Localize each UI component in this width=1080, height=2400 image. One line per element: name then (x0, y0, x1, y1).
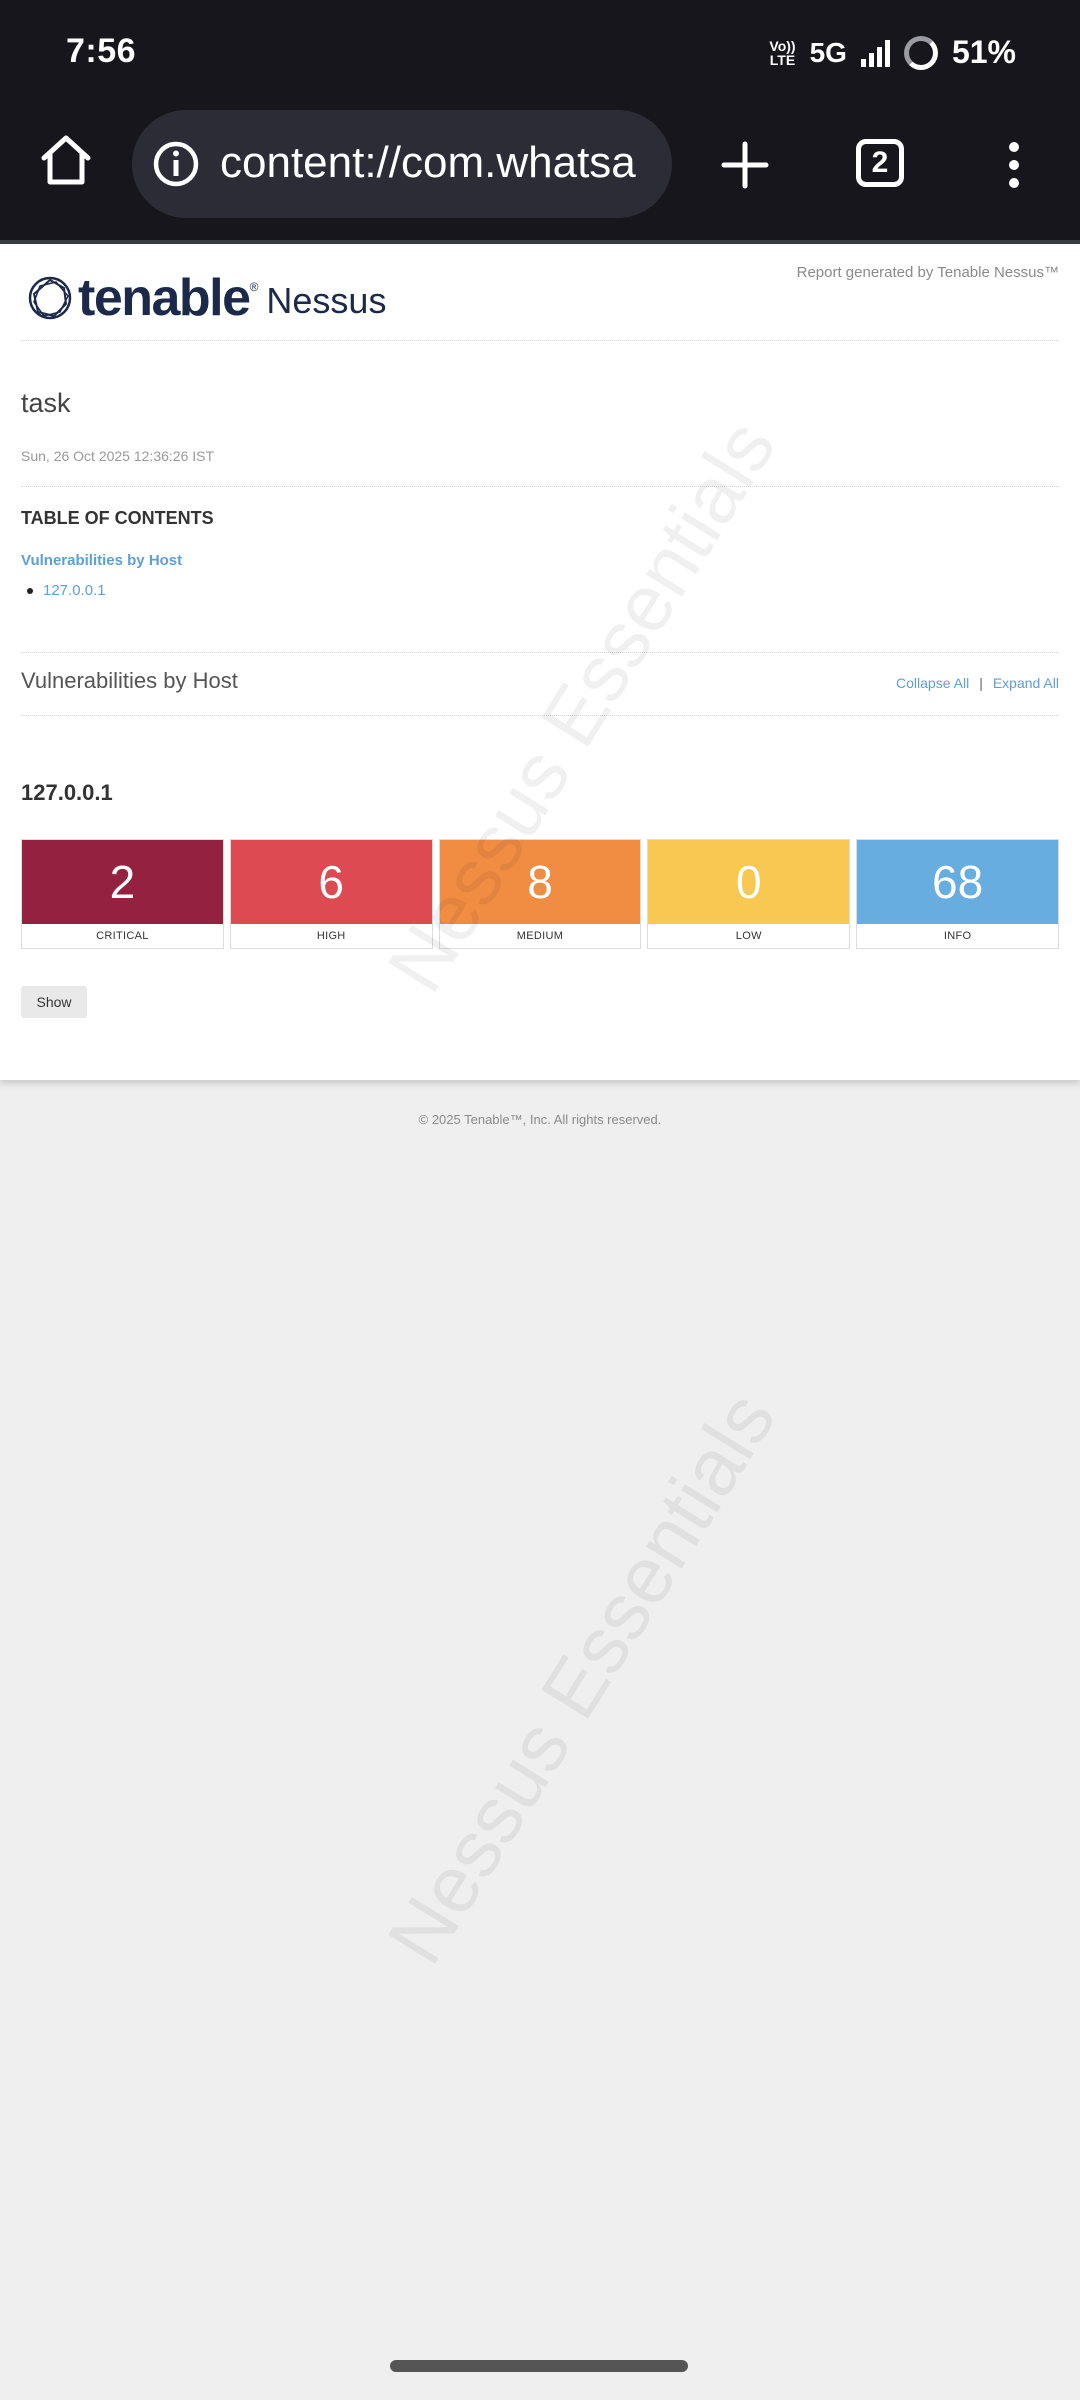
footer-copyright: © 2025 Tenable™, Inc. All rights reserve… (418, 1112, 662, 1127)
severity-count: 0 (648, 840, 850, 924)
brand-trademark: ® (249, 280, 259, 294)
severity-count: 6 (230, 840, 432, 924)
severity-label: CRITICAL (96, 930, 149, 942)
status-time: 7:56 (66, 32, 137, 70)
task-date: Sun, 26 Oct 2025 12:36:26 IST (21, 448, 215, 464)
tenable-logo-icon (28, 276, 72, 320)
divider (21, 340, 1059, 341)
severity-summary: 2 CRITICAL 6 HIGH 8 MEDIUM 0 LOW 68 INFO (21, 839, 1059, 949)
tab-switcher-button[interactable]: 2 (856, 139, 904, 187)
host-title: 127.0.0.1 (21, 780, 113, 805)
show-button[interactable]: Show (21, 986, 87, 1018)
section-title: Vulnerabilities by Host (21, 668, 238, 693)
separator: | (979, 675, 983, 691)
brand-logo: tenable ® Nessus (26, 266, 386, 330)
product-name: Nessus (266, 280, 387, 321)
severity-medium: 8 MEDIUM (438, 839, 642, 949)
info-icon[interactable] (152, 140, 200, 188)
toc-item[interactable]: 127.0.0.1 (27, 582, 106, 599)
toc-link-vulnerabilities[interactable]: Vulnerabilities by Host (21, 552, 182, 569)
bullet (27, 587, 33, 594)
signal-icon (860, 39, 890, 67)
status-icons: Vo)) LTE 5G 51% (769, 34, 1016, 71)
network-type: 5G (809, 36, 847, 68)
severity-label: HIGH (316, 930, 346, 942)
toc-heading: TABLE OF CONTENTS (21, 508, 214, 528)
severity-label: LOW (735, 930, 762, 942)
url-text[interactable]: content://com.whatsa (220, 138, 660, 188)
divider (21, 652, 1059, 653)
battery-level: 51% (951, 34, 1016, 70)
severity-label: MEDIUM (516, 930, 564, 942)
more-menu-icon[interactable] (1000, 140, 1028, 190)
expand-all-link[interactable]: Expand All (993, 675, 1059, 691)
gesture-nav-handle[interactable] (390, 2360, 688, 2372)
severity-count: 2 (22, 840, 223, 924)
toc-item-label[interactable]: 127.0.0.1 (43, 582, 106, 599)
brand-name: tenable (78, 269, 251, 327)
watermark: Nessus Essentials (370, 1377, 793, 1979)
home-icon[interactable] (36, 130, 96, 190)
collapse-all-link[interactable]: Collapse All (896, 675, 969, 691)
browser-chrome: 7:56 Vo)) LTE 5G 51% content://com.whats… (0, 0, 1080, 242)
divider (21, 715, 1059, 716)
severity-low: 0 LOW (647, 839, 851, 949)
new-tab-icon[interactable] (718, 138, 772, 192)
divider (21, 486, 1059, 487)
volte-icon: Vo)) LTE (769, 37, 796, 68)
section-actions: Collapse All | Expand All (896, 675, 1059, 691)
battery-icon (903, 35, 938, 70)
url-bar[interactable]: content://com.whatsa (132, 110, 672, 218)
severity-info: 68 INFO (856, 839, 1059, 949)
severity-label: INFO (943, 930, 972, 942)
tab-count: 2 (871, 146, 889, 179)
severity-count: 8 (439, 840, 641, 924)
severity-critical: 2 CRITICAL (21, 839, 224, 949)
generated-by: Report generated by Tenable Nessus™ (796, 264, 1059, 281)
report-page: tenable ® Nessus Report generated by Ten… (0, 244, 1080, 1080)
severity-count: 68 (857, 840, 1058, 924)
task-title: task (21, 388, 71, 418)
severity-high: 6 HIGH (229, 839, 433, 949)
